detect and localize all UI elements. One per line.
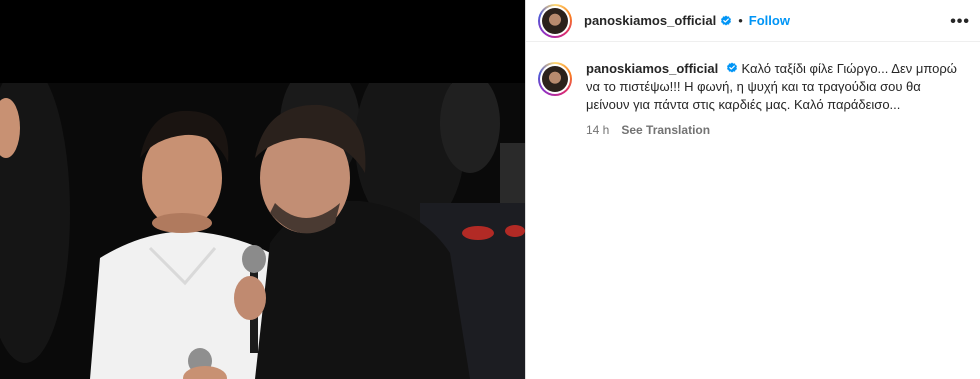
photo-illustration	[0, 83, 525, 379]
timestamp[interactable]: 14 h	[586, 121, 609, 139]
caption-avatar[interactable]	[538, 62, 572, 96]
post-photo[interactable]	[0, 83, 525, 379]
verified-badge-icon	[720, 15, 732, 27]
caption-meta: 14 h See Translation	[586, 121, 961, 139]
see-translation-button[interactable]: See Translation	[621, 121, 710, 139]
caption-comment: panoskiamos_official Καλό ταξίδι φίλε Γι…	[538, 60, 968, 139]
instagram-post: panoskiamos_official • Follow ••• panosk…	[0, 0, 980, 379]
follow-button[interactable]: Follow	[749, 13, 790, 28]
verified-badge-icon	[726, 62, 738, 74]
post-media[interactable]	[0, 0, 525, 379]
post-header: panoskiamos_official • Follow •••	[526, 0, 980, 42]
caption-username[interactable]: panoskiamos_official	[586, 61, 718, 76]
header-separator: •	[738, 13, 743, 28]
avatar[interactable]	[538, 3, 572, 38]
header-username[interactable]: panoskiamos_official	[584, 13, 716, 28]
post-sidebar: panoskiamos_official • Follow ••• panosk…	[525, 0, 980, 379]
caption-body: panoskiamos_official Καλό ταξίδι φίλε Γι…	[586, 60, 961, 139]
more-options-icon[interactable]: •••	[950, 13, 970, 31]
